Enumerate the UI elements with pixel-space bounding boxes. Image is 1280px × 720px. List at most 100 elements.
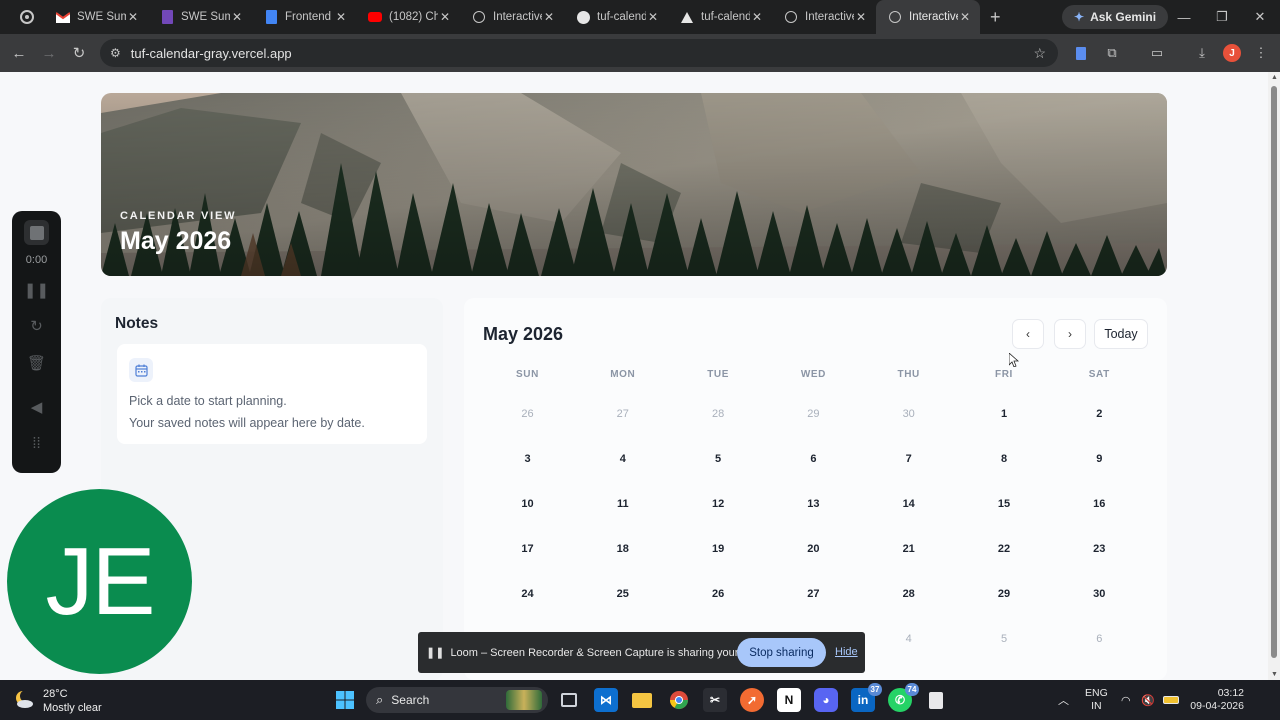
calendar-day-cell[interactable]: 27 <box>766 583 861 605</box>
scrollbar-thumb[interactable] <box>1271 86 1277 658</box>
calendar-day-cell[interactable]: 23 <box>1052 538 1147 560</box>
browser-tab[interactable]: Interactive ✕ <box>876 0 980 34</box>
profile-avatar[interactable]: J <box>1223 44 1241 62</box>
calendar-day-cell[interactable]: 17 <box>480 538 575 560</box>
close-tab-icon[interactable]: ✕ <box>646 10 660 24</box>
stop-sharing-button[interactable]: Stop sharing <box>737 638 826 667</box>
calendar-day-cell[interactable]: 14 <box>861 493 956 515</box>
cast-icon[interactable]: ▭ <box>1147 43 1167 63</box>
weather-widget[interactable]: 28°C Mostly clear <box>14 686 124 716</box>
scroll-up-arrow[interactable]: ▲ <box>1271 74 1278 81</box>
today-button[interactable]: Today <box>1094 319 1148 349</box>
calendar-day-cell[interactable]: 5 <box>671 448 766 470</box>
calendar-day-cell[interactable]: 7 <box>861 448 956 470</box>
collapse-icon[interactable]: ◀ <box>12 398 61 416</box>
prev-month-button[interactable]: ‹ <box>1012 319 1044 349</box>
menu-dots-icon[interactable]: ⋮ <box>1251 43 1271 63</box>
loom-stop-button[interactable] <box>24 220 49 245</box>
calendar-day-cell[interactable]: 15 <box>957 493 1052 515</box>
close-tab-icon[interactable]: ✕ <box>438 10 452 24</box>
calendar-day-cell[interactable]: 19 <box>671 538 766 560</box>
drag-handle-icon[interactable]: ⁞⁞ <box>12 435 61 452</box>
browser-tab[interactable]: tuf-calend ✕ <box>668 0 772 34</box>
browser-tab[interactable]: SWE Sum ✕ <box>148 0 252 34</box>
close-tab-icon[interactable]: ✕ <box>854 10 868 24</box>
browser-tab[interactable]: (1082) Ch ✕ <box>356 0 460 34</box>
hide-link[interactable]: Hide <box>835 646 858 658</box>
calendar-day-cell[interactable]: 25 <box>575 583 670 605</box>
calendar-day-cell[interactable]: 9 <box>1052 448 1147 470</box>
calendar-day-cell[interactable]: 11 <box>575 493 670 515</box>
notepad-icon[interactable] <box>924 688 948 712</box>
calendar-day-cell[interactable]: 30 <box>1052 583 1147 605</box>
calendar-day-cell[interactable]: 26 <box>671 583 766 605</box>
restart-icon[interactable]: ↻ <box>12 317 61 335</box>
calendar-day-cell[interactable]: 29 <box>957 583 1052 605</box>
calendar-day-cell[interactable]: 20 <box>766 538 861 560</box>
calendar-day-cell[interactable]: 6 <box>766 448 861 470</box>
calendar-day-cell[interactable]: 8 <box>957 448 1052 470</box>
calendar-day-cell[interactable]: 22 <box>957 538 1052 560</box>
browser-tab[interactable]: Interactive ✕ <box>772 0 876 34</box>
calendar-day-cell[interactable]: 1 <box>957 403 1052 425</box>
calendar-day-cell[interactable]: 21 <box>861 538 956 560</box>
close-tab-icon[interactable]: ✕ <box>542 10 556 24</box>
extensions-puzzle-icon[interactable]: ⧉ <box>1102 43 1122 63</box>
vscode-icon[interactable]: ⋈ <box>594 688 618 712</box>
loom-camera-bubble[interactable]: JE <box>7 489 192 674</box>
close-tab-icon[interactable]: ✕ <box>958 10 972 24</box>
close-tab-icon[interactable]: ✕ <box>230 10 244 24</box>
site-info-icon[interactable]: ⚙ <box>110 46 121 60</box>
download-icon[interactable]: ⤓ <box>1192 43 1212 63</box>
browser-tab[interactable]: tuf-calend ✕ <box>564 0 668 34</box>
next-month-button[interactable]: › <box>1054 319 1086 349</box>
calendar-day-cell[interactable]: 12 <box>671 493 766 515</box>
discord-icon[interactable]: ◕ <box>814 688 838 712</box>
task-view-icon[interactable] <box>557 688 581 712</box>
calendar-day-cell[interactable]: 29 <box>766 403 861 425</box>
scroll-down-arrow[interactable]: ▼ <box>1271 671 1278 678</box>
tab-search-icon[interactable] <box>20 10 34 24</box>
pause-icon[interactable]: ❚❚ <box>12 281 61 299</box>
chrome-icon[interactable] <box>667 688 691 712</box>
browser-tab[interactable]: Frontend ✕ <box>252 0 356 34</box>
close-tab-icon[interactable]: ✕ <box>334 10 348 24</box>
new-tab-button[interactable]: + <box>990 7 1001 28</box>
calendar-day-cell[interactable]: 13 <box>766 493 861 515</box>
close-tab-icon[interactable]: ✕ <box>750 10 764 24</box>
address-bar[interactable]: ⚙ tuf-calendar-gray.vercel.app ☆ <box>100 39 1058 67</box>
file-explorer-icon[interactable] <box>630 688 654 712</box>
ask-gemini-button[interactable]: ✦ Ask Gemini <box>1062 5 1169 29</box>
bookmark-star-icon[interactable]: ☆ <box>1033 45 1046 62</box>
reload-button[interactable]: ↻ <box>64 38 94 68</box>
calendar-day-cell[interactable]: 16 <box>1052 493 1147 515</box>
browser-tab[interactable]: SWE Sum ✕ <box>44 0 148 34</box>
calendar-day-cell[interactable]: 3 <box>480 448 575 470</box>
calendar-day-cell[interactable]: 28 <box>861 583 956 605</box>
notion-icon[interactable]: N <box>777 688 801 712</box>
show-hidden-icons-chevron[interactable]: ︿ <box>1058 680 1069 720</box>
back-button[interactable]: ← <box>4 38 34 68</box>
calendar-day-cell[interactable]: 5 <box>957 628 1052 650</box>
battery-icon[interactable] <box>1163 680 1179 720</box>
trash-icon[interactable]: 🗑 <box>12 354 61 372</box>
wifi-icon[interactable]: ◠ <box>1121 680 1131 720</box>
forward-button[interactable]: → <box>34 38 64 68</box>
calendar-day-cell[interactable]: 4 <box>575 448 670 470</box>
linkedin-icon[interactable]: in 37 <box>851 683 882 712</box>
calendar-day-cell[interactable]: 24 <box>480 583 575 605</box>
postman-icon[interactable]: ➚ <box>740 688 764 712</box>
calendar-day-cell[interactable]: 4 <box>861 628 956 650</box>
system-clock[interactable]: 03:12 09-04-2026 <box>1188 687 1244 713</box>
volume-muted-icon[interactable]: 🔇 <box>1141 680 1155 720</box>
calendar-day-cell[interactable]: 28 <box>671 403 766 425</box>
window-close-button[interactable]: ✕ <box>1241 0 1279 34</box>
calendar-day-cell[interactable]: 18 <box>575 538 670 560</box>
minimize-button[interactable]: — <box>1165 0 1203 34</box>
maximize-button[interactable]: ❐ <box>1203 0 1241 34</box>
calendar-day-cell[interactable]: 2 <box>1052 403 1147 425</box>
calendar-day-cell[interactable]: 6 <box>1052 628 1147 650</box>
calendar-day-cell[interactable]: 30 <box>861 403 956 425</box>
docs-extension-icon[interactable] <box>1071 43 1091 63</box>
calendar-day-cell[interactable]: 27 <box>575 403 670 425</box>
